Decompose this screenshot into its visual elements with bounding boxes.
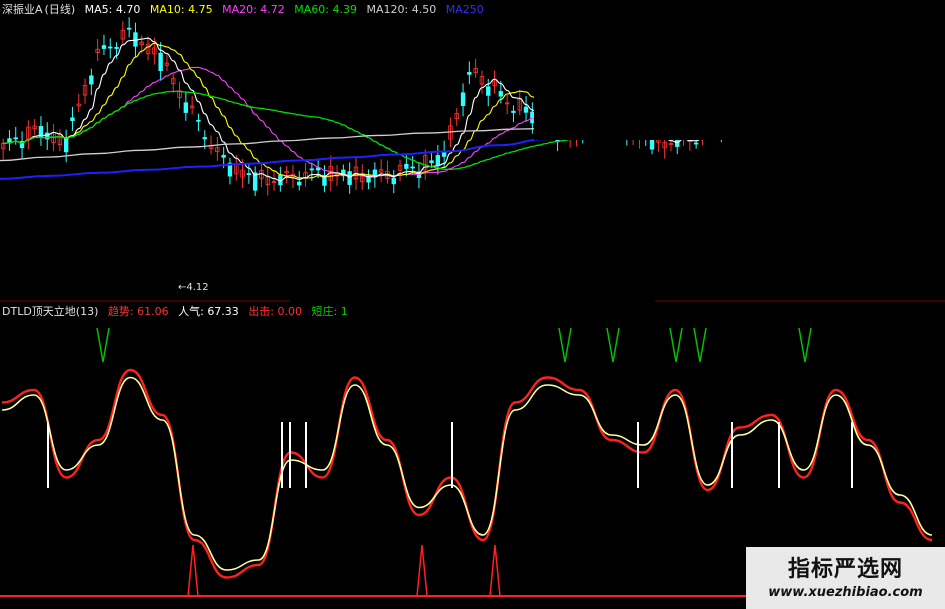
candle-body bbox=[693, 142, 699, 145]
exit-legend: 出击: 0.00 bbox=[248, 305, 302, 318]
candle-body bbox=[183, 102, 189, 113]
bottom-signal-spike bbox=[187, 544, 199, 597]
trend-legend: 趋势: 61.06 bbox=[108, 305, 169, 318]
candle-body bbox=[158, 52, 163, 71]
candle-body bbox=[467, 72, 472, 75]
short-legend: 短庄: 1 bbox=[312, 305, 348, 318]
ma120-label: MA120: bbox=[366, 3, 409, 16]
exit-label: 出击: bbox=[248, 305, 275, 318]
watermark-title: 指标严选网 bbox=[787, 557, 903, 582]
top-signal-spike bbox=[669, 327, 683, 363]
ma5-label: MA5: bbox=[84, 3, 113, 16]
ma20-value: 4.72 bbox=[260, 3, 285, 16]
top-signal-spike bbox=[558, 327, 572, 363]
candle-body bbox=[297, 181, 302, 186]
ma10-label: MA10: bbox=[149, 3, 185, 16]
indicator-legend: DTLD顶天立地(13) 趋势: 61.06 人气: 67.33 出击: 0.0… bbox=[2, 305, 354, 319]
watermark-url: www.xuezhibiao.com bbox=[768, 585, 923, 600]
candle-body bbox=[70, 117, 75, 122]
candle-body bbox=[114, 47, 119, 49]
candle-body bbox=[309, 168, 315, 171]
ma120-legend: MA120: 4.50 bbox=[367, 3, 437, 16]
short-value: 1 bbox=[340, 305, 348, 318]
candle-body bbox=[202, 137, 207, 140]
candle-body bbox=[133, 32, 138, 47]
candle-body bbox=[391, 177, 396, 185]
ma250-legend: MA250 bbox=[445, 3, 484, 16]
ma-legend: 深振业A (日线) MA5: 4.70 MA10: 4.75 MA20: 4.72… bbox=[2, 3, 490, 17]
watermark-logo: 指标严选网 www.xuezhibiao.com bbox=[746, 547, 945, 609]
bottom-signal-spike bbox=[416, 544, 428, 597]
price-low-marker: ←4.12 bbox=[178, 282, 209, 293]
ma10-legend: MA10: 4.75 bbox=[150, 3, 213, 16]
candle-body bbox=[13, 137, 18, 140]
candle-body bbox=[315, 167, 321, 171]
ma60-label: MA60: bbox=[294, 3, 330, 16]
exit-value: 0.00 bbox=[277, 305, 303, 318]
candle-body bbox=[486, 86, 491, 96]
candle-body bbox=[196, 119, 201, 122]
candle-body bbox=[7, 138, 12, 143]
top-signal-spike bbox=[606, 327, 620, 363]
period-label: (日线) bbox=[44, 3, 76, 16]
candle-body bbox=[252, 172, 258, 191]
candle-body bbox=[101, 45, 107, 49]
candle-body bbox=[347, 171, 352, 185]
popularity-value: 67.33 bbox=[207, 305, 239, 318]
candle-body bbox=[530, 111, 535, 124]
candle-body bbox=[108, 46, 113, 49]
ma60-legend: MA60: 4.39 bbox=[294, 3, 357, 16]
candle-body bbox=[221, 154, 226, 158]
ma60-value: 4.39 bbox=[332, 3, 358, 16]
candle-body bbox=[511, 110, 516, 113]
popularity-label: 人气: bbox=[178, 305, 204, 318]
indicator-name: DTLD顶天立地(13) bbox=[2, 305, 99, 318]
candle-body bbox=[460, 92, 466, 107]
ma10-value: 4.75 bbox=[188, 3, 213, 16]
trend-value: 61.06 bbox=[137, 305, 169, 318]
candle-body bbox=[246, 173, 252, 176]
popularity-legend: 人气: 67.33 bbox=[178, 305, 239, 318]
bottom-signal-spike bbox=[489, 544, 501, 597]
popularity-line bbox=[1, 376, 933, 571]
ma120-value: 4.50 bbox=[411, 3, 437, 16]
ma20-label: MA20: bbox=[222, 3, 257, 16]
candle-body bbox=[498, 91, 504, 97]
candle-body bbox=[126, 27, 132, 30]
trend-label: 趋势: bbox=[107, 305, 134, 318]
candle-body bbox=[523, 106, 529, 113]
kline-chart[interactable]: 深振业A (日线) MA5: 4.70 MA10: 4.75 MA20: 4.72… bbox=[0, 0, 945, 609]
top-signal-spike bbox=[798, 327, 812, 363]
candle-body bbox=[89, 75, 94, 85]
candle-body bbox=[435, 155, 441, 166]
stock-name: 深振业A bbox=[2, 3, 43, 16]
top-signal-spike bbox=[96, 327, 110, 363]
top-signal-spike bbox=[693, 327, 707, 363]
mask-block-top bbox=[534, 0, 945, 140]
short-label: 短庄: bbox=[311, 305, 338, 318]
candle-body bbox=[429, 160, 434, 164]
ma5-legend: MA5: 4.70 bbox=[85, 3, 141, 16]
ma5-value: 4.70 bbox=[115, 3, 141, 16]
candle-body bbox=[404, 163, 409, 169]
candle-body bbox=[63, 138, 69, 153]
ma20-legend: MA20: 4.72 bbox=[222, 3, 285, 16]
candle-body bbox=[410, 166, 415, 169]
